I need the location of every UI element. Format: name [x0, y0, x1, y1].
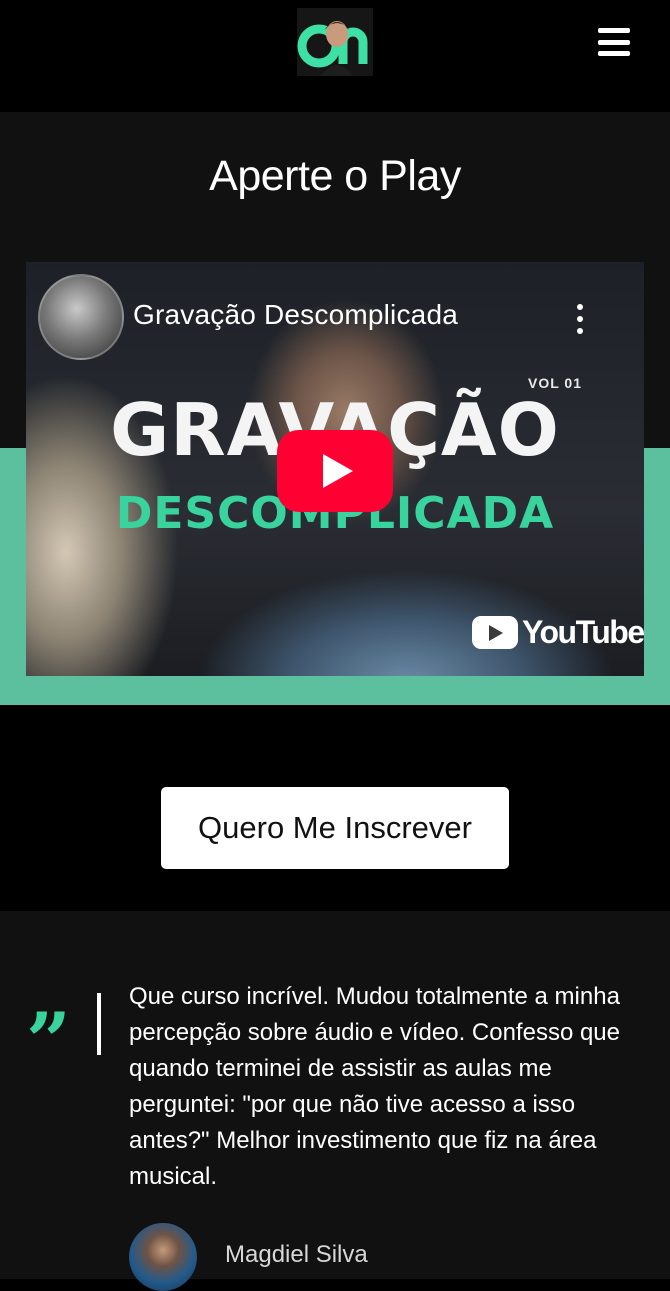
dot: [577, 328, 583, 334]
subscribe-button[interactable]: Quero Me Inscrever: [161, 787, 509, 869]
play-button[interactable]: [277, 430, 393, 512]
testimonial-quote: Que curso incrível. Mudou totalmente a m…: [129, 983, 621, 1190]
quote-icon: ”: [26, 996, 71, 1087]
channel-avatar[interactable]: [38, 274, 124, 360]
testimonial-section: ” Que curso incrível. Mudou totalmente a…: [0, 911, 670, 1291]
play-icon: [323, 454, 353, 488]
logo[interactable]: [297, 8, 373, 76]
youtube-video-embed[interactable]: Gravação Descomplicada VOL 01 GRAVAÇÃO D…: [26, 262, 644, 676]
cta-section: Quero Me Inscrever: [0, 705, 670, 911]
youtube-logo[interactable]: YouTube: [472, 612, 644, 652]
hamburger-menu-icon[interactable]: [598, 28, 630, 56]
menu-line: [598, 51, 630, 56]
author-name: Magdiel Silva: [225, 1241, 368, 1268]
avatar-logo-icon: [297, 8, 373, 76]
menu-line: [598, 39, 630, 45]
more-options-icon[interactable]: [574, 304, 586, 334]
section-title: Aperte o Play: [209, 152, 461, 200]
dot: [577, 316, 583, 322]
dot: [577, 304, 583, 310]
site-header: [0, 0, 670, 112]
quote-divider: [97, 993, 101, 1055]
video-title[interactable]: Gravação Descomplicada: [133, 299, 458, 331]
youtube-play-icon: [472, 615, 518, 649]
menu-line: [598, 28, 630, 33]
author-avatar: [129, 1223, 197, 1291]
youtube-brand-text: YouTube: [522, 613, 644, 650]
video-section: Aperte o Play Gravação Descomplicada VOL…: [0, 112, 670, 705]
